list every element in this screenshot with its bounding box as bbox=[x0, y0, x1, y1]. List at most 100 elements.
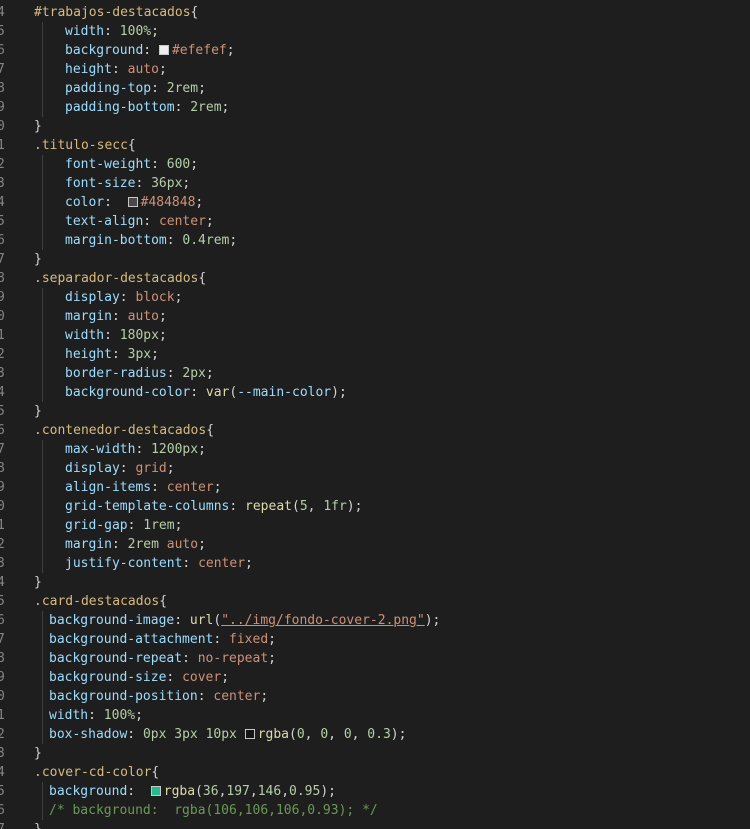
color-swatch-icon[interactable] bbox=[158, 45, 169, 55]
code-line[interactable]: 5 .card-destacados{ bbox=[0, 592, 750, 611]
code-token: 2rem bbox=[166, 81, 199, 96]
code-line[interactable]: 9 padding-bottom: 2rem; bbox=[0, 98, 750, 117]
line-number: 8 bbox=[0, 461, 5, 476]
code-token: font-size bbox=[65, 176, 136, 191]
code-line[interactable]: 6 background: #efefef; bbox=[0, 41, 750, 60]
code-token: color bbox=[65, 195, 105, 210]
code-line[interactable]: 8 display: grid; bbox=[0, 459, 750, 478]
code-line[interactable]: 3 font-size: 36px; bbox=[0, 174, 750, 193]
code-line[interactable]: 4 #trabajos-destacados{ bbox=[0, 3, 750, 22]
code-token: { bbox=[206, 423, 215, 438]
code-token: ( bbox=[195, 784, 203, 799]
code-line[interactable]: 0} bbox=[0, 117, 750, 136]
code-token: background bbox=[65, 43, 144, 58]
line-number: 2 bbox=[0, 727, 5, 742]
code-line[interactable]: 1 grid-gap: 1rem; bbox=[0, 516, 750, 535]
code-token: ; bbox=[158, 328, 167, 343]
code-line[interactable]: 9 display: block; bbox=[0, 288, 750, 307]
code-token: } bbox=[34, 252, 42, 267]
code-token: auto bbox=[127, 309, 159, 324]
code-token: } bbox=[34, 822, 42, 829]
code-text: background-image: url("../img/fondo-cove… bbox=[49, 611, 440, 630]
code-line[interactable]: 1 .titulo-secc{ bbox=[0, 136, 750, 155]
color-swatch-icon[interactable] bbox=[127, 197, 138, 207]
indent-guide bbox=[42, 611, 43, 630]
code-token: : bbox=[104, 328, 120, 343]
code-token: 2px bbox=[182, 366, 206, 381]
line-number: 1 bbox=[0, 328, 5, 343]
code-text: font-size: 36px; bbox=[65, 174, 190, 193]
code-line[interactable]: 4 color: #484848; bbox=[0, 193, 750, 212]
code-token: { bbox=[198, 271, 207, 286]
indent-guide bbox=[42, 22, 43, 41]
code-line[interactable]: 9 background-size: cover; bbox=[0, 668, 750, 687]
code-token: width bbox=[65, 24, 105, 39]
line-number: 0 bbox=[0, 499, 5, 514]
code-token: : bbox=[111, 347, 128, 362]
code-line[interactable]: 6 margin-bottom: 0.4rem; bbox=[0, 231, 750, 250]
code-line[interactable]: 1 width: 180px; bbox=[0, 326, 750, 345]
indent-guide bbox=[42, 725, 43, 744]
code-line[interactable]: 6 .contenedor-destacados{ bbox=[0, 421, 750, 440]
code-token: background-repeat bbox=[49, 651, 183, 666]
code-line[interactable]: 4 background-color: var(--main-color); bbox=[0, 383, 750, 402]
code-line[interactable]: 6 /* background: rgba(106,106,106,0.93); … bbox=[0, 801, 750, 820]
color-swatch-icon[interactable] bbox=[150, 786, 161, 796]
code-token: , bbox=[328, 727, 344, 742]
code-line[interactable]: 0 background-position: center; bbox=[0, 687, 750, 706]
code-line[interactable]: 2 box-shadow: 0px 3px 10px rgba(0, 0, 0, … bbox=[0, 725, 750, 744]
code-token: 0.95 bbox=[289, 784, 321, 799]
code-token: ; bbox=[135, 708, 143, 723]
code-token: 0 bbox=[296, 727, 305, 742]
code-line[interactable]: 8 .separador-destacados{ bbox=[0, 269, 750, 288]
code-token: { bbox=[190, 5, 199, 20]
code-line[interactable]: 8 padding-top: 2rem; bbox=[0, 79, 750, 98]
line-number: 2 bbox=[0, 157, 5, 172]
code-token: 36 bbox=[202, 784, 219, 799]
line-number: 9 bbox=[0, 480, 5, 495]
code-token: center bbox=[166, 480, 214, 495]
code-line[interactable]: 5 text-align: center; bbox=[0, 212, 750, 231]
code-line[interactable]: 1 width: 100%; bbox=[0, 706, 750, 725]
code-line[interactable]: 5 background: rgba(36,197,146,0.95); bbox=[0, 782, 750, 801]
code-line[interactable]: 3 border-radius: 2px; bbox=[0, 364, 750, 383]
code-token: 100% bbox=[119, 24, 152, 39]
code-text: display: grid; bbox=[65, 459, 175, 478]
code-line[interactable]: 2 font-weight: 600; bbox=[0, 155, 750, 174]
code-token: --main-color bbox=[237, 385, 332, 400]
code-line[interactable]: 3 justify-content: center; bbox=[0, 554, 750, 573]
code-line[interactable]: 6 background-image: url("../img/fondo-cov… bbox=[0, 611, 750, 630]
indent-guide bbox=[42, 212, 43, 231]
code-line[interactable]: 9 align-items: center; bbox=[0, 478, 750, 497]
code-line[interactable]: 3} bbox=[0, 744, 750, 763]
code-line[interactable]: 0 margin: auto; bbox=[0, 307, 750, 326]
code-line[interactable]: 7} bbox=[0, 250, 750, 269]
code-line[interactable]: 8 background-repeat: no-repeat; bbox=[0, 649, 750, 668]
code-line[interactable]: 2 margin: 2rem auto; bbox=[0, 535, 750, 554]
code-line[interactable]: 4} bbox=[0, 573, 750, 592]
code-token: /* background: rgba(106,106,106,0.93); *… bbox=[49, 803, 378, 818]
code-token: : bbox=[127, 784, 151, 799]
code-line[interactable]: 2 height: 3px; bbox=[0, 345, 750, 364]
code-token: var bbox=[205, 385, 230, 400]
code-line[interactable]: 0 grid-template-columns: repeat(5, 1fr); bbox=[0, 497, 750, 516]
code-line[interactable]: 5 width: 100%; bbox=[0, 22, 750, 41]
code-line[interactable]: 4 .cover-cd-color{ bbox=[0, 763, 750, 782]
code-editor[interactable]: 4 #trabajos-destacados{5 width: 100%; 6 back… bbox=[0, 0, 750, 829]
code-line[interactable]: 5} bbox=[0, 402, 750, 421]
code-token: : bbox=[182, 651, 198, 666]
code-token: 1200px bbox=[151, 442, 199, 457]
indent-guide bbox=[42, 668, 43, 687]
code-token: { bbox=[159, 594, 168, 609]
code-line[interactable]: 7 background-attachment: fixed; bbox=[0, 630, 750, 649]
code-line[interactable]: 7 height: auto; bbox=[0, 60, 750, 79]
code-token: #484848 bbox=[140, 195, 196, 210]
code-line[interactable]: 7 max-width: 1200px; bbox=[0, 440, 750, 459]
code-text: grid-template-columns: repeat(5, 1fr); bbox=[65, 497, 362, 516]
code-token: : bbox=[197, 689, 214, 704]
code-line[interactable]: 7} bbox=[0, 820, 750, 829]
code-token: width bbox=[65, 328, 105, 343]
code-token: ; bbox=[158, 62, 167, 77]
code-token: max-width bbox=[65, 442, 136, 457]
color-swatch-icon[interactable] bbox=[244, 729, 255, 739]
